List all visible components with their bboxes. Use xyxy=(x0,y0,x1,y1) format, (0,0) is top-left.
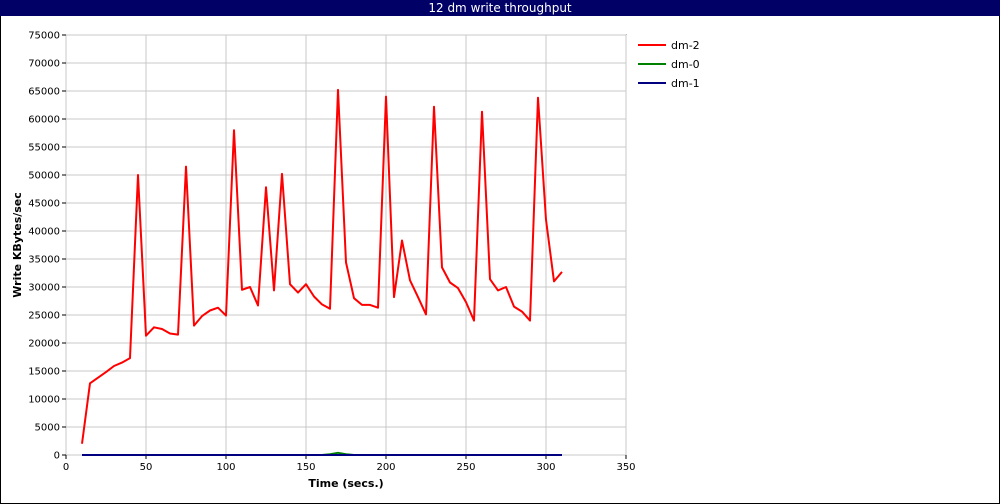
legend-label-dm-0: dm-0 xyxy=(671,58,700,71)
chart-canvas: 0 5000 10000 15000 20000 25000 30000 35000 40000… xyxy=(11,31,700,491)
y-tick-label: 20000 xyxy=(28,339,60,350)
y-axis-ticks: 0 5000 10000 15000 20000 25000 30000 35000 40000… xyxy=(28,31,66,462)
y-tick-label: 15000 xyxy=(28,367,60,378)
y-tick-label: 40000 xyxy=(28,227,60,238)
y-tick-label: 50000 xyxy=(28,171,60,182)
y-tick-label: 35000 xyxy=(28,255,60,266)
y-tick-label: 0 xyxy=(54,451,60,462)
x-tick-label: 250 xyxy=(456,462,475,473)
x-tick-label: 50 xyxy=(140,462,153,473)
y-tick-label: 70000 xyxy=(28,59,60,70)
legend: dm-2 dm-0 dm-1 xyxy=(638,39,700,90)
x-axis-title: Time (secs.) xyxy=(308,477,383,490)
x-tick-label: 300 xyxy=(536,462,555,473)
x-tick-label: 100 xyxy=(216,462,235,473)
x-tick-label: 0 xyxy=(63,462,69,473)
x-axis-ticks: 0 50 100 150 200 250 300 350 xyxy=(63,455,636,473)
x-tick-label: 150 xyxy=(296,462,315,473)
y-axis-title: Write KBytes/sec xyxy=(11,192,24,298)
y-tick-label: 30000 xyxy=(28,283,60,294)
y-tick-label: 10000 xyxy=(28,395,60,406)
y-tick-label: 60000 xyxy=(28,115,60,126)
legend-label-dm-1: dm-1 xyxy=(671,77,700,90)
legend-label-dm-2: dm-2 xyxy=(671,39,700,52)
y-tick-label: 5000 xyxy=(35,423,60,434)
y-tick-label: 55000 xyxy=(28,143,60,154)
y-tick-label: 65000 xyxy=(28,87,60,98)
y-tick-label: 25000 xyxy=(28,311,60,322)
y-tick-label: 45000 xyxy=(28,199,60,210)
x-tick-label: 200 xyxy=(376,462,395,473)
y-tick-label: 75000 xyxy=(28,31,60,42)
x-tick-label: 350 xyxy=(616,462,635,473)
